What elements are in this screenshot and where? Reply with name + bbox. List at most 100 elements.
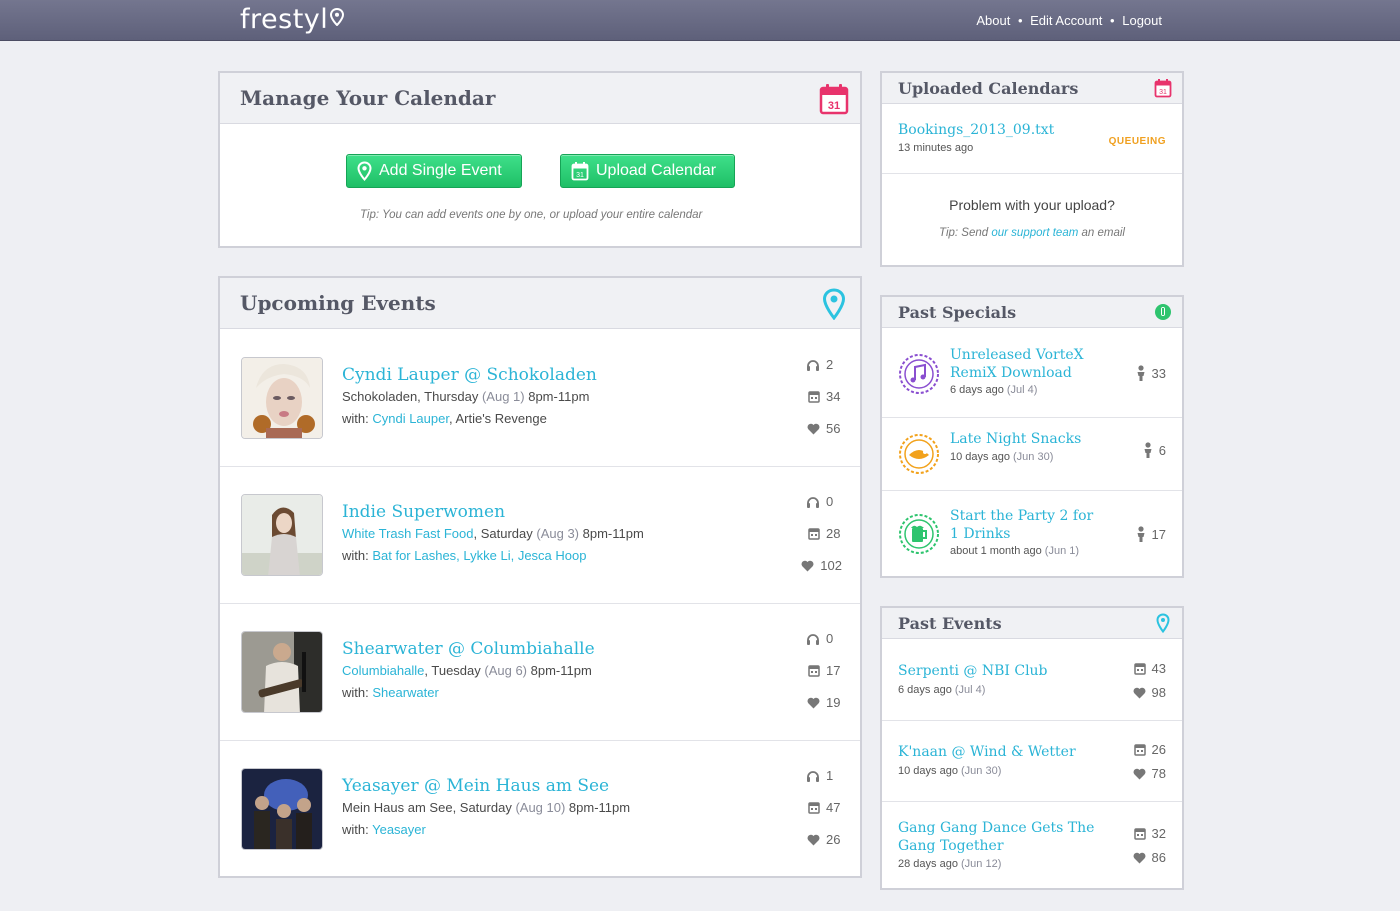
event-row[interactable]: Yeasayer @ Mein Haus am See Mein Haus am…	[220, 741, 860, 878]
event-time: 8pm-11pm	[527, 663, 592, 678]
panel-title: Past Events	[898, 614, 1002, 633]
event-row[interactable]: Shearwater @ Columbiahalle Columbiahalle…	[220, 604, 860, 741]
event-venue-link[interactable]: Columbiahalle	[342, 663, 424, 678]
calendar-stat: 47	[808, 800, 842, 815]
calendar-count: 32	[1151, 826, 1166, 841]
artist-photo	[242, 632, 322, 712]
artist-link[interactable]: Bat for Lashes, Lykke Li, Jesca Hoop	[372, 548, 586, 563]
event-venue-line: Mein Haus am See, Saturday (Aug 10) 8pm-…	[342, 800, 630, 815]
event-title[interactable]: Indie Superwomen	[342, 502, 505, 522]
special-ago: 10 days ago	[950, 451, 1013, 463]
event-row[interactable]: Cyndi Lauper @ Schokoladen Schokoladen, …	[220, 330, 860, 467]
past-event-row[interactable]: Gang Gang Dance Gets The Gang Together 2…	[882, 802, 1182, 888]
panel-title: Past Specials	[898, 303, 1017, 322]
special-time: about 1 month ago (Jun 1)	[950, 545, 1079, 557]
event-time: 8pm-11pm	[565, 800, 631, 815]
calendar-stat: 26	[1133, 742, 1166, 757]
calendar-count: 26	[1151, 742, 1166, 757]
headphones-icon	[807, 496, 819, 508]
heart-icon	[1133, 768, 1146, 779]
past-event-title[interactable]: K'naan @ Wind & Wetter	[898, 743, 1076, 761]
with-label: with:	[342, 685, 373, 700]
tip-post: an email	[1078, 227, 1125, 239]
uploaded-file-row[interactable]: Bookings_2013_09.txt 13 minutes ago QUEU…	[882, 105, 1182, 174]
listens-stat: 0	[806, 494, 842, 509]
calendar-small-icon	[1133, 828, 1146, 840]
event-venue-link[interactable]: White Trash Fast Food	[342, 526, 474, 541]
status-badge: QUEUEING	[1108, 136, 1166, 147]
event-thumbnail[interactable]	[241, 631, 323, 713]
past-event-title[interactable]: Serpenti @ NBI Club	[898, 662, 1048, 680]
calendar-day-number: 31	[1159, 89, 1167, 96]
calendar-stat: 34	[808, 389, 842, 404]
headphones-icon	[807, 633, 819, 645]
calendar-day-number: 31	[828, 100, 840, 112]
artist-link[interactable]: Cyndi Lauper	[372, 411, 449, 426]
heart-icon	[807, 834, 820, 845]
uploaded-file-name[interactable]: Bookings_2013_09.txt	[898, 121, 1054, 139]
calendar-icon: 31	[1154, 79, 1172, 98]
special-row[interactable]: Unreleased VorteX RemiX Download 6 days …	[882, 329, 1182, 418]
person-icon	[1137, 526, 1145, 542]
event-date: (Aug 10)	[515, 800, 566, 815]
likes-stat: 78	[1133, 766, 1166, 781]
calendar-count: 17	[826, 663, 841, 678]
heart-icon	[1133, 852, 1146, 863]
listens-stat: 2	[806, 357, 842, 372]
past-event-ago: 6 days ago	[898, 684, 955, 696]
tip-text: You can add events one by one, or upload…	[382, 209, 703, 221]
artist-link[interactable]: Shearwater	[372, 685, 438, 700]
calendar-small-icon	[1133, 663, 1146, 675]
artist-link[interactable]: Yeasayer	[372, 822, 426, 837]
likes-stat: 102	[801, 558, 842, 573]
frestyl-logo[interactable]: frestyl	[240, 4, 345, 35]
past-events-panel: Past Events Serpenti @ NBI Club 6 days a…	[880, 606, 1184, 890]
event-title[interactable]: Yeasayer @ Mein Haus am See	[342, 776, 609, 796]
event-venue: Mein Haus am See	[342, 800, 453, 815]
special-row[interactable]: Late Night Snacks 10 days ago (Jun 30) 6	[882, 418, 1182, 491]
past-specials-panel: Past Specials Unreleased VorteX RemiX Do…	[880, 295, 1184, 578]
special-title[interactable]: Start the Party 2 for 1 Drinks	[950, 507, 1100, 543]
calendar-count: 28	[826, 526, 841, 541]
account-nav: About • Edit Account • Logout	[976, 13, 1162, 28]
claims-count: 17	[1151, 526, 1166, 542]
special-title[interactable]: Unreleased VorteX RemiX Download	[950, 346, 1100, 382]
logo-pin-icon	[330, 8, 345, 26]
event-thumbnail[interactable]	[241, 494, 323, 576]
event-title[interactable]: Shearwater @ Columbiahalle	[342, 639, 595, 659]
calendar-count: 34	[826, 389, 841, 404]
past-event-ago: 10 days ago	[898, 765, 961, 777]
claims-stat: 33	[1136, 365, 1166, 381]
add-single-event-button[interactable]: Add Single Event	[346, 154, 522, 188]
past-event-row[interactable]: Serpenti @ NBI Club 6 days ago (Jul 4) 4…	[882, 640, 1182, 721]
likes-stat: 19	[807, 695, 842, 710]
event-artists-line: with: Bat for Lashes, Lykke Li, Jesca Ho…	[342, 548, 586, 563]
event-row[interactable]: Indie Superwomen White Trash Fast Food, …	[220, 467, 860, 604]
add-single-event-label: Add Single Event	[379, 162, 502, 179]
event-thumbnail[interactable]	[241, 357, 323, 439]
about-link[interactable]: About	[976, 13, 1010, 28]
event-day: , Saturday	[452, 800, 516, 815]
special-title[interactable]: Late Night Snacks	[950, 430, 1081, 448]
panel-header: Past Specials	[882, 297, 1182, 328]
support-team-link[interactable]: our support team	[991, 227, 1078, 239]
event-date: (Aug 6)	[484, 663, 528, 678]
headphones-icon	[807, 359, 819, 371]
likes-count: 56	[826, 421, 841, 436]
upload-calendar-button[interactable]: 31 Upload Calendar	[560, 154, 735, 188]
with-label: with:	[342, 411, 373, 426]
event-thumbnail[interactable]	[241, 768, 323, 850]
tip-pre: Send	[958, 227, 992, 239]
special-row[interactable]: Start the Party 2 for 1 Drinks about 1 m…	[882, 491, 1182, 576]
heart-icon	[807, 697, 820, 708]
likes-stat: 98	[1133, 685, 1166, 700]
past-event-row[interactable]: K'naan @ Wind & Wetter 10 days ago (Jun …	[882, 721, 1182, 802]
logout-link[interactable]: Logout	[1122, 13, 1162, 28]
past-event-date: (Jun 30)	[961, 765, 1002, 777]
listens-count: 0	[826, 494, 834, 509]
event-artists-line: with: Shearwater	[342, 685, 439, 700]
past-event-date: (Jul 4)	[954, 684, 986, 696]
event-title[interactable]: Cyndi Lauper @ Schokoladen	[342, 365, 597, 385]
edit-account-link[interactable]: Edit Account	[1030, 13, 1102, 28]
past-event-title[interactable]: Gang Gang Dance Gets The Gang Together	[898, 819, 1123, 855]
